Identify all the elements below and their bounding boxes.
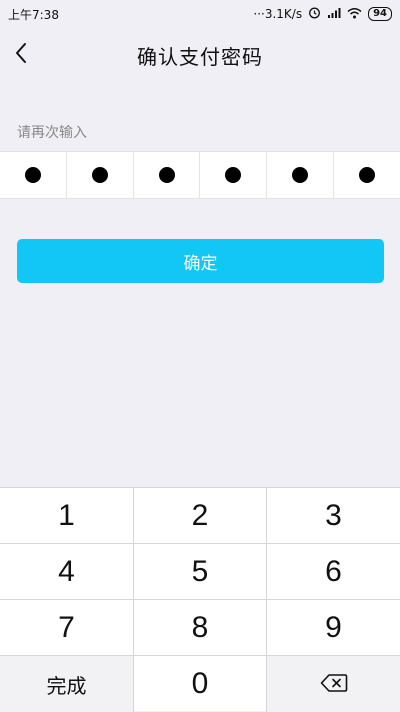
pin-dot	[292, 167, 309, 183]
key-4[interactable]: 4	[0, 544, 134, 600]
pin-dot	[91, 167, 108, 183]
pin-cell	[0, 152, 67, 198]
pin-dot	[359, 167, 376, 183]
key-3[interactable]: 3	[267, 488, 400, 544]
numeric-keypad: 1 2 3 4 5 6 7 8 9 完成 0	[0, 487, 400, 712]
pin-cell	[334, 152, 400, 198]
pin-cell	[67, 152, 134, 198]
backspace-key[interactable]	[267, 656, 400, 712]
battery-icon: 94	[368, 7, 392, 21]
key-0[interactable]: 0	[134, 656, 267, 712]
pin-dot	[225, 167, 242, 183]
chevron-left-icon	[14, 42, 28, 68]
header: 确认支付密码	[0, 28, 400, 82]
status-time: 上午7:38	[8, 7, 59, 22]
pin-cell	[134, 152, 201, 198]
input-hint: 请再次输入	[17, 125, 87, 141]
pin-input[interactable]	[0, 151, 400, 199]
pin-dot	[158, 167, 175, 183]
done-key[interactable]: 完成	[0, 656, 134, 712]
status-bar: 上午7:38 ···3.1K/s 94	[0, 0, 400, 28]
back-button[interactable]	[6, 38, 36, 72]
signal-icon	[327, 7, 341, 22]
key-5[interactable]: 5	[134, 544, 267, 600]
pin-dot	[24, 167, 41, 183]
wifi-icon	[347, 7, 362, 22]
key-7[interactable]: 7	[0, 600, 134, 656]
alarm-icon	[308, 6, 321, 22]
pin-cell	[200, 152, 268, 198]
key-6[interactable]: 6	[267, 544, 400, 600]
key-8[interactable]: 8	[134, 600, 267, 656]
page-title: 确认支付密码	[137, 44, 263, 69]
network-speed: ···3.1K/s	[253, 7, 303, 21]
backspace-icon	[320, 667, 348, 701]
key-1[interactable]: 1	[0, 488, 134, 544]
pin-cell	[267, 152, 335, 198]
key-2[interactable]: 2	[134, 488, 267, 544]
confirm-button[interactable]: 确定	[17, 239, 384, 283]
key-9[interactable]: 9	[267, 600, 400, 656]
